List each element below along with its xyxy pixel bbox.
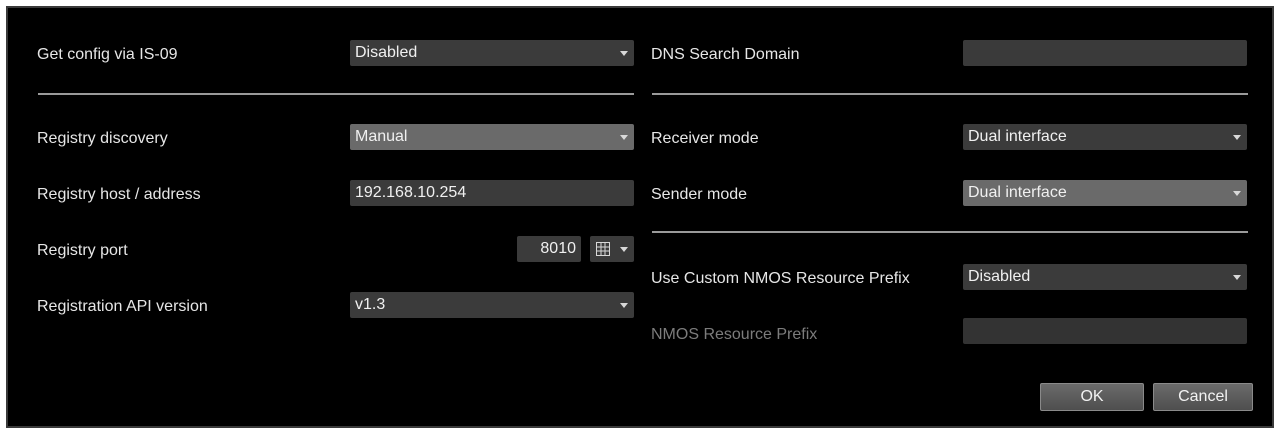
api-version-value: v1.3	[355, 296, 386, 313]
sender-mode-select[interactable]: Dual interface	[963, 180, 1247, 206]
registry-port-input[interactable]: 8010	[517, 236, 581, 262]
resource-prefix-input[interactable]	[963, 318, 1247, 344]
registry-host-label: Registry host / address	[37, 186, 201, 203]
keypad-button[interactable]	[590, 236, 634, 262]
resource-prefix-label: NMOS Resource Prefix	[651, 326, 818, 343]
dns-search-domain-input[interactable]	[963, 40, 1247, 66]
chevron-down-icon	[1233, 275, 1241, 280]
chevron-down-icon	[620, 135, 628, 140]
dns-search-domain-label: DNS Search Domain	[651, 46, 800, 63]
receiver-mode-label: Receiver mode	[651, 130, 759, 147]
registry-discovery-select[interactable]: Manual	[350, 124, 634, 150]
registry-discovery-label: Registry discovery	[37, 130, 168, 147]
api-version-label: Registration API version	[37, 298, 208, 315]
ok-button[interactable]: OK	[1040, 383, 1144, 411]
custom-prefix-value: Disabled	[968, 268, 1031, 285]
chevron-down-icon	[620, 303, 628, 308]
chevron-down-icon	[1233, 191, 1241, 196]
is09-value: Disabled	[355, 44, 418, 61]
right-divider-2	[652, 231, 1248, 233]
is09-label: Get config via IS-09	[37, 46, 178, 63]
chevron-down-icon	[620, 51, 628, 56]
receiver-mode-select[interactable]: Dual interface	[963, 124, 1247, 150]
keypad-icon	[596, 242, 610, 256]
registry-host-input[interactable]: 192.168.10.254	[350, 180, 634, 206]
chevron-down-icon	[1233, 135, 1241, 140]
right-divider-1	[652, 93, 1248, 95]
custom-prefix-select[interactable]: Disabled	[963, 264, 1247, 290]
chevron-down-icon	[620, 247, 628, 252]
cancel-button[interactable]: Cancel	[1153, 383, 1253, 411]
nmos-settings-dialog: Get config via IS-09 Disabled Registry d…	[6, 6, 1274, 428]
left-divider-1	[38, 93, 634, 95]
receiver-mode-value: Dual interface	[968, 128, 1067, 145]
registry-port-label: Registry port	[37, 242, 128, 259]
custom-prefix-label: Use Custom NMOS Resource Prefix	[651, 270, 910, 287]
sender-mode-value: Dual interface	[968, 184, 1067, 201]
sender-mode-label: Sender mode	[651, 186, 748, 203]
api-version-select[interactable]: v1.3	[350, 292, 634, 318]
is09-select[interactable]: Disabled	[350, 40, 634, 66]
registry-discovery-value: Manual	[355, 128, 408, 145]
